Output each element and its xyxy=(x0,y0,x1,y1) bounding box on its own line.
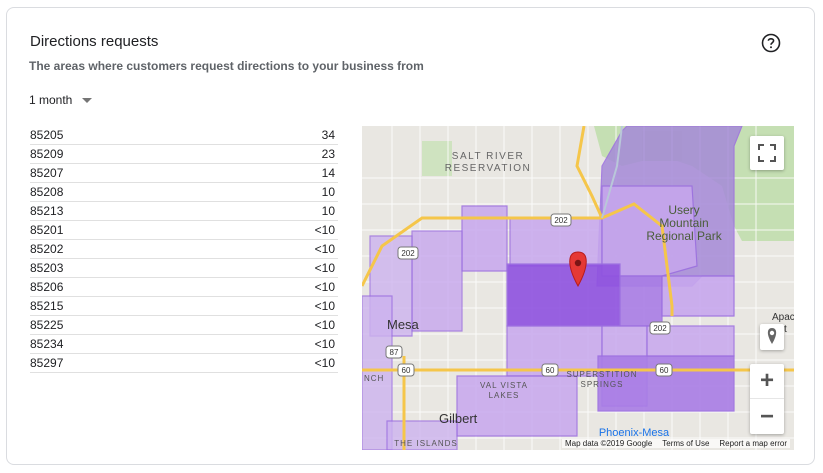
zoom-out-button[interactable]: − xyxy=(750,399,784,434)
period-dropdown[interactable]: 1 month xyxy=(29,93,93,107)
map-label-apache-1: Apache xyxy=(772,312,794,323)
table-row: 85207 14 xyxy=(30,164,338,183)
table-row: 85201 <10 xyxy=(30,221,338,240)
terms-of-use-link[interactable]: Terms of Use xyxy=(662,439,709,448)
map-label-superstition-1: SUPERSTITION xyxy=(566,370,637,379)
map-label-valvista-2: LAKES xyxy=(489,391,520,400)
card-subtitle: The areas where customers request direct… xyxy=(29,59,424,73)
fullscreen-button[interactable] xyxy=(750,136,784,170)
zip-code: 85215 xyxy=(30,299,64,313)
hwy-60-label-a: 60 xyxy=(402,366,411,375)
zip-code: 85205 xyxy=(30,128,64,142)
street-view-button[interactable] xyxy=(760,324,784,350)
card-title: Directions requests xyxy=(30,33,159,50)
table-row: 85206 <10 xyxy=(30,278,338,297)
zip-code: 85206 xyxy=(30,280,64,294)
zip-code: 85234 xyxy=(30,337,64,351)
map-view[interactable]: 202 202 202 87 60 60 60 SALT RIVER RESER… xyxy=(362,126,794,450)
map-label-park-3: Regional Park xyxy=(646,229,722,243)
request-count: <10 xyxy=(314,299,335,313)
request-count: 23 xyxy=(321,147,335,161)
request-count: 10 xyxy=(321,185,335,199)
map-label-reservation-2: RESERVATION xyxy=(445,163,532,174)
map-data-credit: Map data ©2019 Google xyxy=(564,439,653,448)
map-label-phoenix-mesa: Phoenix-Mesa xyxy=(599,427,670,439)
table-row: 85234 <10 xyxy=(30,335,338,354)
table-row: 85297 <10 xyxy=(30,354,338,373)
table-row: 85205 34 xyxy=(30,126,338,145)
request-count: 34 xyxy=(321,128,335,142)
map-label-ranch: NCH xyxy=(364,374,384,383)
hwy-87-label: 87 xyxy=(390,348,399,357)
help-icon[interactable] xyxy=(761,33,781,53)
map-label-park-2: Mountain xyxy=(659,216,708,230)
map-label-islands: THE ISLANDS xyxy=(394,439,457,448)
request-count: <10 xyxy=(314,337,335,351)
zip-code: 85203 xyxy=(30,261,64,275)
table-row: 85213 10 xyxy=(30,202,338,221)
map-label-park-1: Usery xyxy=(668,203,699,217)
map-label-reservation-1: SALT RIVER xyxy=(452,151,524,162)
period-selected-value: 1 month xyxy=(29,93,73,107)
request-count: <10 xyxy=(314,356,335,370)
request-count: 10 xyxy=(321,204,335,218)
zip-code: 85202 xyxy=(30,242,64,256)
table-row: 85209 23 xyxy=(30,145,338,164)
request-count: <10 xyxy=(314,223,335,237)
zoom-in-label: + xyxy=(759,367,774,394)
hwy-202-label-b: 202 xyxy=(401,249,415,258)
hwy-202-label-a: 202 xyxy=(554,216,568,225)
request-count: <10 xyxy=(314,280,335,294)
hwy-202-label-c: 202 xyxy=(653,324,667,333)
zip-code-table: 85205 34 85209 23 85207 14 85208 10 85213 10 85201… xyxy=(30,126,338,373)
hwy-60-label-b: 60 xyxy=(546,366,555,375)
table-row: 85215 <10 xyxy=(30,297,338,316)
zip-code: 85297 xyxy=(30,356,64,370)
hwy-60-label-c: 60 xyxy=(660,366,669,375)
zip-code: 85201 xyxy=(30,223,64,237)
zip-code: 85208 xyxy=(30,185,64,199)
map-label-valvista-1: VAL VISTA xyxy=(480,381,528,390)
table-row: 85208 10 xyxy=(30,183,338,202)
zip-code: 85225 xyxy=(30,318,64,332)
request-count: <10 xyxy=(314,242,335,256)
map-label-gilbert: Gilbert xyxy=(439,411,478,426)
table-row: 85225 <10 xyxy=(30,316,338,335)
map-label-superstition-2: SPRINGS xyxy=(580,380,623,389)
table-row: 85203 <10 xyxy=(30,259,338,278)
map-attribution: Map data ©2019 Google Terms of Use Repor… xyxy=(561,439,790,448)
request-count: <10 xyxy=(314,318,335,332)
zoom-control: + − xyxy=(750,364,784,434)
map-canvas: 202 202 202 87 60 60 60 SALT RIVER RESER… xyxy=(362,126,794,450)
zip-code: 85209 xyxy=(30,147,64,161)
pegman-icon xyxy=(767,328,777,344)
zoom-out-label: − xyxy=(759,402,774,430)
request-count: 14 xyxy=(321,166,335,180)
zoom-in-button[interactable]: + xyxy=(750,364,784,399)
request-count: <10 xyxy=(314,261,335,275)
zip-code: 85207 xyxy=(30,166,64,180)
report-map-error-link[interactable]: Report a map error xyxy=(719,439,787,448)
fullscreen-icon xyxy=(758,144,776,162)
chevron-down-icon xyxy=(82,97,93,103)
map-label-mesa: Mesa xyxy=(387,317,420,332)
table-row: 85202 <10 xyxy=(30,240,338,259)
directions-requests-card: Directions requests The areas where cust… xyxy=(6,7,815,465)
zip-code: 85213 xyxy=(30,204,64,218)
